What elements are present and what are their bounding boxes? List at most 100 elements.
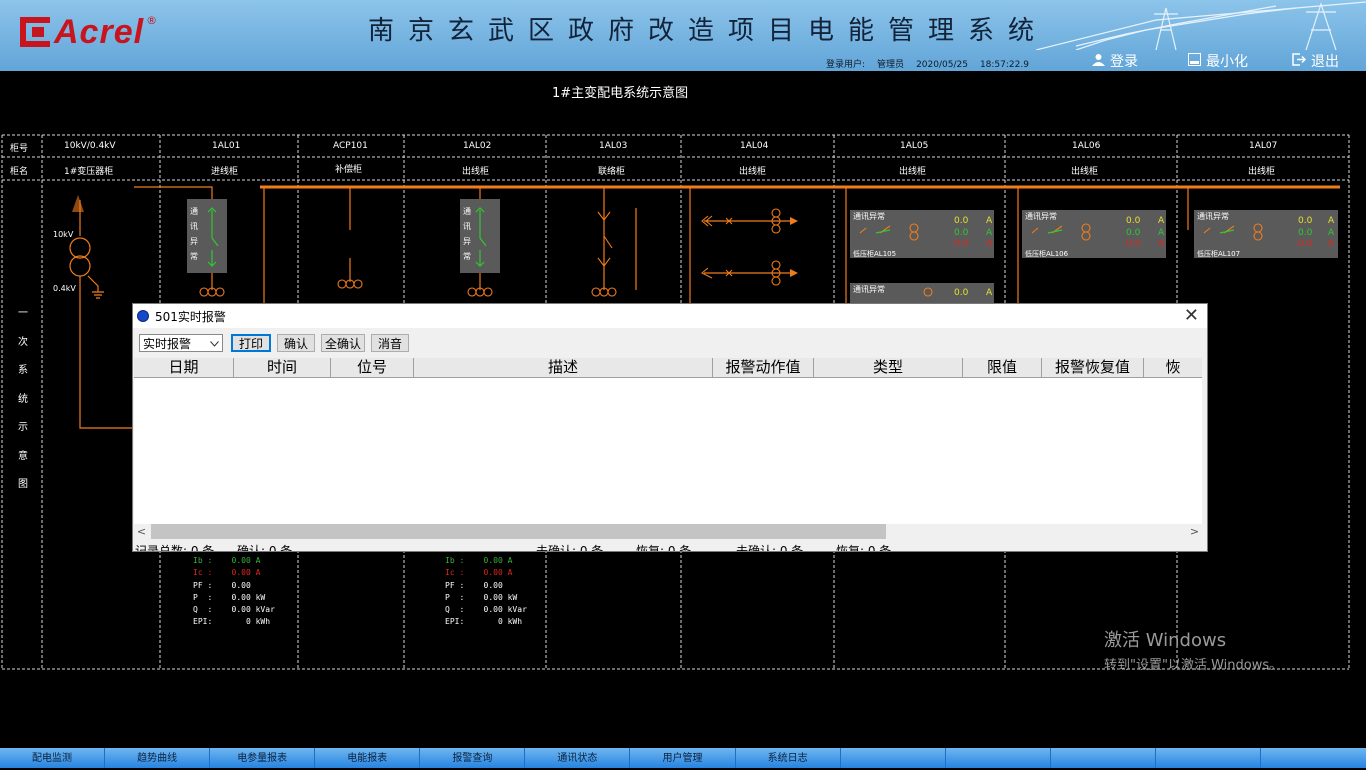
print-button[interactable]: 打印 (231, 334, 272, 352)
column-header[interactable]: 恢 (1144, 358, 1202, 377)
nav-user-management[interactable]: 用户管理 (630, 748, 736, 768)
cabinet-no: 1AL03 (599, 141, 628, 151)
panel-value: 0.0 (1126, 239, 1141, 249)
horizontal-scrollbar[interactable]: < > (134, 524, 1202, 539)
chevron-down-icon (210, 336, 219, 350)
cabinet-name: 1#变压器柜 (64, 167, 114, 177)
column-header[interactable]: 时间 (234, 358, 331, 377)
alarm-status-bar: 记录总数: 0 条 确认: 0 条 未确认: 0 条 恢复: 0 条 未确认: … (133, 542, 1207, 552)
panel-unit: A (1158, 239, 1165, 249)
comm-fault-label: 通讯异常 (190, 207, 198, 261)
cabinet-no: 1AL01 (212, 141, 241, 151)
cabinet-name: 出线柜 (1071, 167, 1099, 177)
nav-comm-status[interactable]: 通讯状态 (525, 748, 631, 768)
cabinet-no: 1AL07 (1249, 141, 1278, 151)
watermark-line2: 转到"设置"以激活 Windows。 (1104, 658, 1283, 673)
dialog-title: 501实时报警 (155, 309, 226, 324)
scroll-thumb[interactable] (151, 524, 886, 539)
recovered-count: 恢复: 0 条 (636, 544, 692, 552)
nav-empty[interactable] (945, 748, 1051, 768)
meter-readings-1al02: Ib : 0.00 A Ic : 0.00 A PF : 0.00 P : 0.00 … (445, 556, 527, 627)
dialog-titlebar[interactable]: 501实时报警 ✕ (133, 304, 1207, 328)
panel-value: 0.0 (954, 239, 969, 249)
panel-value: 0.0 (1126, 228, 1141, 238)
cabinet-no: ACP101 (333, 141, 368, 151)
nav-system-log[interactable]: 系统日志 (735, 748, 841, 768)
cabinet-name: 出线柜 (899, 167, 927, 177)
panel-value: 0.0 (954, 288, 969, 298)
alarm-type-value: 实时报警 (143, 336, 192, 351)
column-header[interactable]: 报警恢复值 (1042, 358, 1144, 377)
panel-status: 通讯异常 (853, 285, 885, 294)
panel-unit: A (1328, 228, 1335, 238)
column-header[interactable]: 报警动作值 (713, 358, 814, 377)
column-header[interactable]: 描述 (414, 358, 713, 377)
scroll-right-icon[interactable]: > (1187, 524, 1202, 539)
nav-distribution-monitor[interactable]: 配电监测 (0, 748, 106, 768)
column-header[interactable]: 位号 (331, 358, 414, 377)
panel-status: 通讯异常 (1197, 212, 1229, 221)
cabinet-name: 出线柜 (462, 167, 490, 177)
unconfirmed-count: 未确认: 0 条 (736, 544, 804, 552)
alarm-table-header: 日期 时间 位号 描述 报警动作值 类型 限值 报警恢复值 恢 (134, 358, 1202, 378)
column-header[interactable]: 类型 (814, 358, 963, 377)
cabinet-name: 出线柜 (1248, 167, 1276, 177)
confirm-button[interactable]: 确认 (277, 334, 316, 352)
panel-value: 0.0 (1298, 239, 1313, 249)
panel-unit: A (986, 228, 993, 238)
scroll-left-icon[interactable]: < (134, 524, 149, 539)
unconfirmed-count: 未确认: 0 条 (536, 544, 604, 552)
alarm-type-select[interactable]: 实时报警 (139, 334, 223, 352)
column-header[interactable]: 日期 (134, 358, 234, 377)
nav-energy-report[interactable]: 电能报表 (315, 748, 421, 768)
panel-value: 0.0 (954, 228, 969, 238)
panel-unit: A (986, 216, 993, 226)
panel-value: 0.0 (954, 216, 969, 226)
cabinet-name: 出线柜 (739, 167, 767, 177)
confirmed-count: 确认: 0 条 (237, 544, 293, 552)
transformer-lv-label: 0.4kV (53, 284, 76, 293)
panel-status: 通讯异常 (1025, 212, 1057, 221)
watermark-line1: 激活 Windows (1104, 630, 1227, 651)
nav-empty[interactable] (840, 748, 946, 768)
total-count: 记录总数: 0 条 (135, 544, 215, 552)
panel-unit: A (1158, 216, 1165, 226)
mute-button[interactable]: 消音 (371, 334, 410, 352)
bottom-nav-bar: 配电监测 趋势曲线 电参量报表 电能报表 报警查询 通讯状态 用户管理 系统日志 (0, 748, 1366, 768)
nav-empty[interactable] (1050, 748, 1156, 768)
windows-activation-watermark: 激活 Windows 转到"设置"以激活 Windows。 (1104, 626, 1282, 673)
app-icon (137, 310, 149, 322)
nav-empty[interactable] (1155, 748, 1261, 768)
cabinet-no: 1AL02 (463, 141, 492, 151)
panel-unit: A (1328, 239, 1335, 249)
nav-alarm-query[interactable]: 报警查询 (420, 748, 526, 768)
meter-readings-1al01: Ib : 0.00 A Ic : 0.00 A PF : 0.00 P : 0.00 … (193, 556, 275, 627)
cabinet-no: 1AL05 (900, 141, 929, 151)
cabinet-name: 进线柜 (211, 167, 239, 177)
nav-trend-curve[interactable]: 趋势曲线 (105, 748, 211, 768)
panel-name: 低压柜AL106 (1025, 250, 1069, 258)
cabinet-no: 1AL04 (740, 141, 769, 151)
panel-unit: A (986, 288, 993, 298)
row-label-name: 柜名 (10, 167, 29, 177)
panel-name: 低压柜AL107 (1197, 250, 1241, 258)
cabinet-no: 1AL06 (1072, 141, 1101, 151)
nav-parameter-report[interactable]: 电参量报表 (210, 748, 316, 768)
cabinet-no: 10kV/0.4kV (64, 141, 116, 151)
confirm-all-button[interactable]: 全确认 (321, 334, 366, 352)
panel-status: 通讯异常 (853, 212, 885, 221)
nav-empty[interactable] (1260, 748, 1366, 768)
column-header[interactable]: 限值 (963, 358, 1042, 377)
panel-unit: A (986, 239, 993, 249)
realtime-alarm-dialog: 501实时报警 ✕ 实时报警 打印 确认 全确认 消音 日期 时间 位号 描述 … (132, 303, 1208, 552)
alarm-table: 日期 时间 位号 描述 报警动作值 类型 限值 报警恢复值 恢 (134, 358, 1202, 538)
panel-value: 0.0 (1298, 228, 1313, 238)
recovered-count: 恢复: 0 条 (836, 544, 892, 552)
panel-name: 低压柜AL105 (853, 250, 897, 258)
cabinet-name: 补偿柜 (335, 165, 363, 175)
close-icon[interactable]: ✕ (1184, 306, 1199, 326)
comm-fault-label: 通讯异常 (463, 207, 471, 261)
panel-unit: A (1158, 228, 1165, 238)
dialog-toolbar: 实时报警 打印 确认 全确认 消音 (133, 328, 1207, 358)
panel-value: 0.0 (1298, 216, 1313, 226)
